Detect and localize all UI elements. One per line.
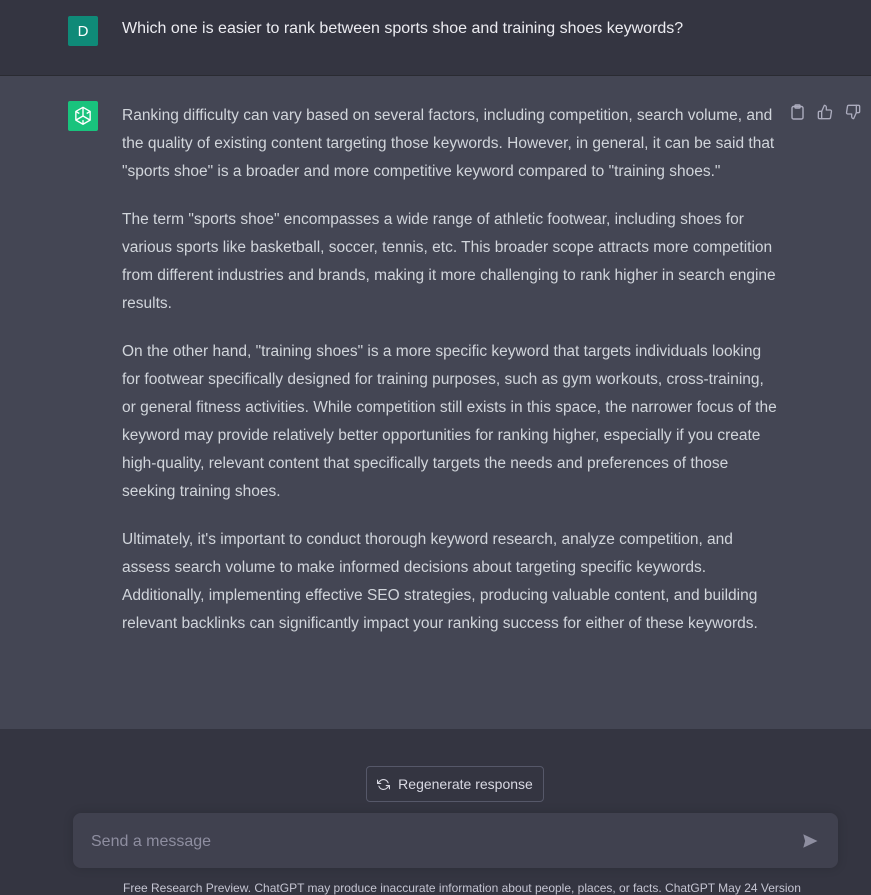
thumbs-up-icon[interactable] [817, 104, 833, 120]
feedback-actions [789, 104, 861, 120]
thumbs-down-icon[interactable] [845, 104, 861, 120]
footer-disclaimer: Free Research Preview. ChatGPT may produ… [123, 881, 801, 895]
answer-paragraph: Ranking difficulty can vary based on sev… [122, 107, 775, 180]
refresh-icon [377, 778, 391, 790]
answer-paragraph: The term "sports shoe" encompasses a wid… [122, 211, 776, 312]
assistant-message-row: Ranking difficulty can vary based on sev… [0, 76, 871, 729]
clipboard-icon[interactable] [789, 104, 805, 120]
user-message-text: Which one is easier to rank between spor… [122, 20, 684, 37]
message-input-box [73, 813, 838, 870]
regenerate-label: Regenerate response [398, 776, 533, 792]
assistant-answer: Ranking difficulty can vary based on sev… [122, 102, 778, 658]
send-icon [803, 834, 818, 848]
answer-paragraph: Ultimately, it's important to conduct th… [122, 531, 758, 632]
send-button[interactable] [800, 831, 820, 851]
openai-logo-icon [68, 101, 98, 131]
user-message-row: D Which one is easier to rank between sp… [0, 0, 871, 76]
composer-area: Regenerate response Free Research Previe… [0, 729, 871, 895]
regenerate-response-button[interactable]: Regenerate response [366, 766, 544, 802]
user-avatar: D [68, 16, 98, 46]
answer-paragraph: On the other hand, "training shoes" is a… [122, 343, 777, 500]
message-input[interactable] [89, 813, 783, 870]
